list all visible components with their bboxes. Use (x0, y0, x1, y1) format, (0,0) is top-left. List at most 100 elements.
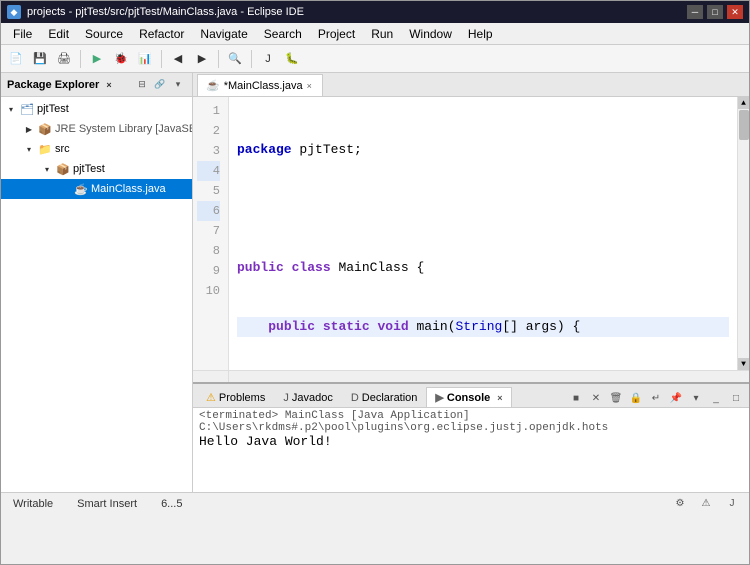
keyword-static: static (323, 317, 370, 337)
tab-label: *MainClass.java (224, 80, 303, 92)
keyword-class: class (292, 258, 331, 278)
hscroll-area[interactable] (229, 371, 749, 382)
menu-run[interactable]: Run (363, 25, 401, 43)
tree-item-src[interactable]: ▾ 📁 src (1, 139, 192, 159)
minimize-console-button[interactable]: _ (707, 389, 725, 407)
cursor-position-status: 6...5 (157, 498, 186, 510)
run-button[interactable]: ▶ (86, 48, 108, 70)
close-button[interactable]: ✕ (727, 5, 743, 19)
line-num-4: 4 (197, 161, 220, 181)
tab-console[interactable]: ▶ Console × (426, 387, 511, 407)
expand-toggle-src[interactable]: ▾ (21, 145, 37, 154)
perspective-debug-button[interactable]: 🐛 (281, 48, 303, 70)
toolbar: 📄 💾 🖨 ▶ 🐞 📊 ◀ ▶ 🔍 J 🐛 (1, 45, 749, 73)
tab-problems[interactable]: ⚠ Problems (197, 387, 274, 407)
terminate-button[interactable]: ■ (567, 389, 585, 407)
status-task-button[interactable]: ⚙ (671, 495, 689, 513)
menu-file[interactable]: File (5, 25, 40, 43)
scroll-track (738, 109, 749, 358)
expand-toggle-package[interactable]: ▾ (39, 165, 55, 174)
tree-item-jre[interactable]: ▶ 📦 JRE System Library [JavaSE-...] (1, 119, 192, 139)
console-tab-close[interactable]: × (497, 393, 502, 403)
minimize-button[interactable]: ─ (687, 5, 703, 19)
code-editor[interactable]: 1 2 3 4 5 6 7 8 9 10 package pjtTest; pu… (193, 97, 749, 370)
collapse-all-button[interactable]: ⊟ (134, 77, 150, 93)
bottom-tabs-left: ⚠ Problems J Javadoc D Declaration ▶ (197, 387, 512, 407)
keyword-public-4: public (268, 317, 315, 337)
menu-navigate[interactable]: Navigate (192, 25, 255, 43)
tab-javadoc[interactable]: J Javadoc (274, 387, 341, 407)
app-icon: ◆ (7, 5, 21, 19)
scroll-thumb[interactable] (739, 110, 749, 140)
scroll-down-button[interactable]: ▼ (738, 358, 749, 370)
tree-label-package: pjtTest (71, 163, 105, 175)
word-wrap-button[interactable]: ↵ (647, 389, 665, 407)
pin-console-button[interactable]: 📌 (667, 389, 685, 407)
status-error-button[interactable]: ⚠ (697, 495, 715, 513)
scroll-up-button[interactable]: ▲ (738, 97, 749, 109)
package-tree: ▾ 🗂 pjtTest ▶ 📦 JRE System Library [Java… (1, 97, 192, 492)
menu-window[interactable]: Window (401, 25, 460, 43)
editor-tab-mainclass[interactable]: ☕ *MainClass.java × (197, 74, 323, 96)
console-icon: ▶ (435, 391, 443, 404)
new-button[interactable]: 📄 (5, 48, 27, 70)
status-java-button[interactable]: J (723, 495, 741, 513)
console-output: <terminated> MainClass [Java Application… (193, 408, 749, 492)
java-file-icon: ☕ (73, 183, 89, 196)
package-explorer-panel: Package Explorer × ⊟ 🔗 ▾ ▾ 🗂 pjtTest ▶ 📦… (1, 73, 193, 492)
tree-item-mainclass[interactable]: ▶ ☕ MainClass.java (1, 179, 192, 199)
line-numbers: 1 2 3 4 5 6 7 8 9 10 (193, 97, 229, 370)
line-num-8: 8 (197, 241, 220, 261)
link-editor-button[interactable]: 🔗 (152, 77, 168, 93)
perspective-java-button[interactable]: J (257, 48, 279, 70)
print-button[interactable]: 🖨 (53, 48, 75, 70)
javadoc-label: Javadoc (292, 392, 333, 404)
next-edit-button[interactable]: ▶ (191, 48, 213, 70)
tree-label-jre: JRE System Library [JavaSE-...] (53, 123, 192, 135)
expand-toggle-jre[interactable]: ▶ (21, 125, 37, 134)
remove-launch-button[interactable]: ✕ (587, 389, 605, 407)
menu-project[interactable]: Project (310, 25, 363, 43)
console-hello-output: Hello Java World! (199, 434, 743, 449)
code-hscroll-bar[interactable] (193, 370, 749, 382)
editor-vscroll[interactable]: ▲ ▼ (737, 97, 749, 370)
problems-icon: ⚠ (206, 391, 216, 404)
line-num-3: 3 (197, 141, 220, 161)
expand-toggle-pjttest[interactable]: ▾ (3, 105, 19, 114)
console-options-button[interactable]: ▾ (687, 389, 705, 407)
clear-console-button[interactable]: 🗑 (607, 389, 625, 407)
save-button[interactable]: 💾 (29, 48, 51, 70)
jre-icon: 📦 (37, 123, 53, 136)
prev-edit-button[interactable]: ◀ (167, 48, 189, 70)
search-button[interactable]: 🔍 (224, 48, 246, 70)
coverage-button[interactable]: 📊 (134, 48, 156, 70)
menu-help[interactable]: Help (460, 25, 501, 43)
package-icon: 📦 (55, 163, 71, 176)
title-text: projects - pjtTest/src/pjtTest/MainClass… (27, 6, 304, 18)
tree-label-src: src (53, 143, 70, 155)
scroll-lock-button[interactable]: 🔒 (627, 389, 645, 407)
maximize-console-button[interactable]: □ (727, 389, 745, 407)
menu-refactor[interactable]: Refactor (131, 25, 192, 43)
menu-search[interactable]: Search (256, 25, 310, 43)
code-content[interactable]: package pjtTest; public class MainClass … (229, 97, 737, 370)
tree-item-pjttest-project[interactable]: ▾ 🗂 pjtTest (1, 99, 192, 119)
line-num-2: 2 (197, 121, 220, 141)
maximize-button[interactable]: □ (707, 5, 723, 19)
menu-source[interactable]: Source (77, 25, 131, 43)
hscroll-inner (229, 371, 749, 372)
tab-close-button[interactable]: × (307, 81, 312, 91)
view-menu-button[interactable]: ▾ (170, 77, 186, 93)
code-line-1: package pjtTest; (237, 140, 729, 160)
status-left: Writable Smart Insert 6...5 (9, 498, 186, 510)
panel-close-icon[interactable]: × (103, 79, 114, 91)
toolbar-separator-3 (218, 50, 219, 68)
tab-declaration[interactable]: D Declaration (342, 387, 427, 407)
status-bar: Writable Smart Insert 6...5 ⚙ ⚠ J (1, 492, 749, 514)
editor-console-split: 1 2 3 4 5 6 7 8 9 10 package pjtTest; pu… (193, 97, 749, 492)
menu-edit[interactable]: Edit (40, 25, 77, 43)
debug-button[interactable]: 🐞 (110, 48, 132, 70)
bottom-tab-actions: ■ ✕ 🗑 🔒 ↵ 📌 ▾ _ □ (567, 389, 749, 407)
tree-item-package[interactable]: ▾ 📦 pjtTest (1, 159, 192, 179)
smart-insert-status: Smart Insert (73, 498, 141, 510)
